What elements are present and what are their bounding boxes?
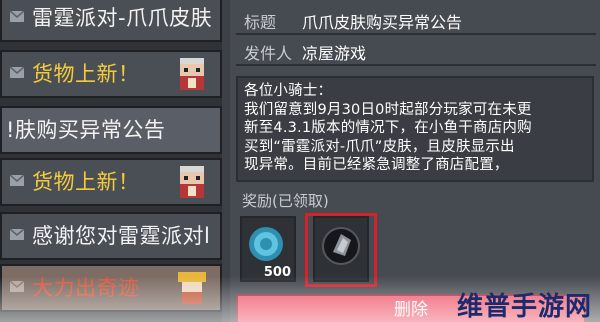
- mail-body-line: 新至4.3.1版本的情况下，在小鱼干商店内购: [244, 120, 532, 136]
- character-icon: [178, 272, 206, 304]
- watermark: 维普手游网: [456, 292, 592, 322]
- mail-item-title: 货物上新！: [32, 62, 140, 86]
- reward-count: 500: [263, 265, 291, 280]
- reward-slot[interactable]: 500: [240, 216, 296, 282]
- mail-item-title: !肤购买异常公告: [6, 118, 166, 142]
- knight-character-icon: [180, 58, 204, 90]
- mail-body-line: 各位小骑士：: [244, 83, 333, 99]
- mail-item[interactable]: 感谢您对雷霆派对l: [0, 212, 222, 260]
- divider: [236, 33, 596, 35]
- mail-item-title: 大力出奇迹: [32, 276, 140, 300]
- mail-detail-panel: 标题 爪爪皮肤购买异常公告 发件人 凉屋游戏 各位小骑士： 我们留意到9月30日…: [230, 0, 600, 322]
- envelope-icon: [10, 175, 24, 186]
- mail-item[interactable]: 雷霆派对-爪爪皮肤: [0, 0, 222, 42]
- game-mail-screen: 雷霆派对-爪爪皮肤 货物上新！ !肤购买异常公告 货物上新！ 感谢您对雷霆派对l…: [0, 0, 600, 322]
- mail-sender: 凉屋游戏: [302, 44, 367, 63]
- mail-item-title: 雷霆派对-爪爪皮肤: [32, 6, 213, 30]
- mail-item[interactable]: 货物上新！: [0, 158, 222, 206]
- mail-list: 雷霆派对-爪爪皮肤 货物上新！ !肤购买异常公告 货物上新！ 感谢您对雷霆派对l…: [0, 0, 222, 322]
- mail-body-line: 现异常。目前已经紧急调整了商店配置，: [244, 157, 509, 173]
- mail-item[interactable]: 货物上新！: [0, 50, 222, 98]
- envelope-icon: [10, 281, 24, 292]
- mail-item-selected[interactable]: !肤购买异常公告: [0, 106, 222, 154]
- mail-body[interactable]: 各位小骑士： 我们留意到9月30日0时起部分玩家可在未更 新至4.3.1版本的情…: [236, 76, 594, 182]
- reward-label: 奖励(已领取): [242, 192, 329, 210]
- reward-highlight-box: [305, 213, 377, 287]
- mail-item[interactable]: 大力出奇迹: [0, 264, 222, 312]
- sender-label: 发件人: [244, 44, 293, 63]
- envelope-icon: [10, 11, 24, 22]
- title-label: 标题: [244, 13, 277, 32]
- mail-body-line: 买到“雷霆派对-爪爪”皮肤，且皮肤显示出: [244, 138, 515, 155]
- mail-item-title: 感谢您对雷霆派对l: [32, 224, 211, 248]
- mail-item-title: 货物上新！: [32, 170, 140, 194]
- envelope-icon: [10, 229, 24, 240]
- mail-title: 爪爪皮肤购买异常公告: [302, 13, 463, 32]
- divider: [236, 64, 596, 66]
- envelope-icon: [10, 67, 24, 78]
- knight-character-icon: [180, 166, 204, 198]
- mail-body-line: 我们留意到9月30日0时起部分玩家可在未更: [244, 101, 532, 118]
